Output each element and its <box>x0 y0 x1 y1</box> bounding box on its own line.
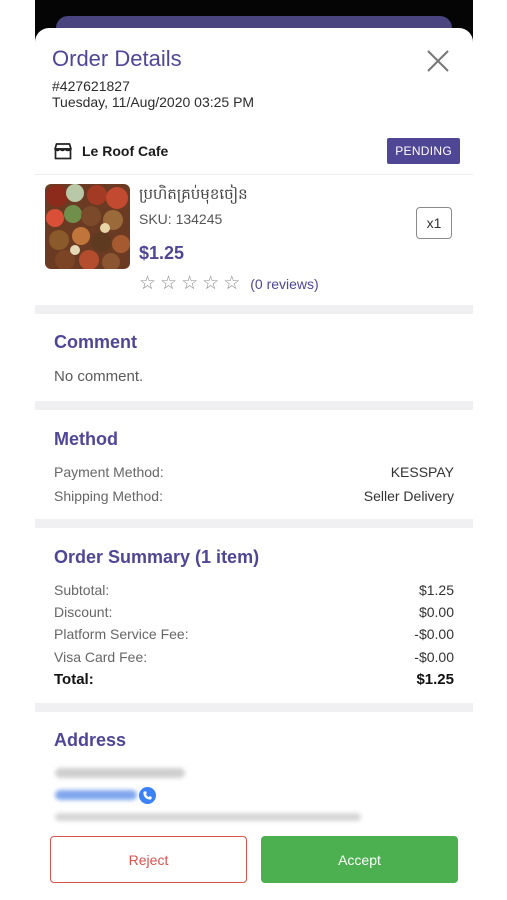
star-icon: ☆ <box>160 273 178 294</box>
status-badge: PENDING <box>387 138 460 164</box>
close-icon <box>427 50 449 72</box>
discount-row: Discount: $0.00 <box>54 604 454 620</box>
total-row: Total: $1.25 <box>54 671 454 688</box>
redacted-name <box>55 768 185 778</box>
address-title: Address <box>54 730 127 750</box>
product-name: ប្រហិតគ្រប់មុខចៀន <box>139 186 248 203</box>
order-summary-title: Order Summary (1 item) <box>54 547 260 567</box>
redacted-address <box>55 813 361 821</box>
product-image <box>45 184 130 269</box>
order-date: Tuesday, 11/Aug/2020 03:25 PM <box>52 94 255 110</box>
quantity-badge: x1 <box>416 207 452 239</box>
platform-fee-label: Platform Service Fee: <box>54 626 189 642</box>
header: Order Details #427621827 Tuesday, 11/Aug… <box>52 46 457 111</box>
product-price: $1.25 <box>139 243 185 263</box>
page-title: Order Details <box>52 46 182 71</box>
product-item[interactable]: ប្រហិតគ្រប់មុខចៀន SKU: 134245 $1.25 ☆ ☆ … <box>35 174 473 304</box>
section-divider <box>35 305 473 314</box>
comment-title: Comment <box>54 332 138 352</box>
platform-fee-value: -$0.00 <box>414 626 454 642</box>
star-icon: ☆ <box>139 273 157 294</box>
star-icon: ☆ <box>202 273 220 294</box>
rating-stars: ☆ ☆ ☆ ☆ ☆ (0 reviews) <box>139 274 319 293</box>
order-details-sheet: Order Details #427621827 Tuesday, 11/Aug… <box>35 28 473 900</box>
phone-icon[interactable] <box>139 787 156 804</box>
visa-fee-value: -$0.00 <box>414 649 454 665</box>
shop-name: Le Roof Cafe <box>82 143 169 159</box>
section-divider <box>35 519 473 528</box>
shipping-method-label: Shipping Method: <box>54 488 163 504</box>
subtotal-label: Subtotal: <box>54 582 110 598</box>
visa-fee-row: Visa Card Fee: -$0.00 <box>54 649 454 665</box>
section-divider <box>35 401 473 410</box>
comment-text: No comment. <box>54 368 144 385</box>
platform-fee-row: Platform Service Fee: -$0.00 <box>54 626 454 642</box>
star-icon: ☆ <box>181 273 199 294</box>
total-value: $1.25 <box>416 671 454 688</box>
shop-row: Le Roof Cafe PENDING <box>53 136 460 166</box>
method-title: Method <box>54 429 118 449</box>
payment-method-label: Payment Method: <box>54 464 164 480</box>
shipping-method-row: Shipping Method: Seller Delivery <box>54 488 454 504</box>
discount-value: $0.00 <box>418 604 454 620</box>
subtotal-value: $1.25 <box>418 582 454 598</box>
order-id: #427621827 <box>52 78 130 94</box>
section-divider <box>35 703 473 712</box>
subtotal-row: Subtotal: $1.25 <box>54 582 454 598</box>
reviews-link[interactable]: (0 reviews) <box>250 276 318 292</box>
redacted-phone[interactable] <box>55 790 137 800</box>
product-sku: SKU: 134245 <box>139 211 223 227</box>
total-label: Total: <box>54 671 94 688</box>
shipping-method-value: Seller Delivery <box>363 488 454 504</box>
visa-fee-label: Visa Card Fee: <box>54 649 148 665</box>
discount-label: Discount: <box>54 604 113 620</box>
star-icon: ☆ <box>223 273 241 294</box>
close-button[interactable] <box>423 46 453 76</box>
payment-method-row: Payment Method: KESSPAY <box>54 464 454 480</box>
accept-button[interactable]: Accept <box>261 836 458 883</box>
reject-button[interactable]: Reject <box>50 836 247 883</box>
shop-icon <box>54 143 72 160</box>
payment-method-value: KESSPAY <box>390 464 454 480</box>
